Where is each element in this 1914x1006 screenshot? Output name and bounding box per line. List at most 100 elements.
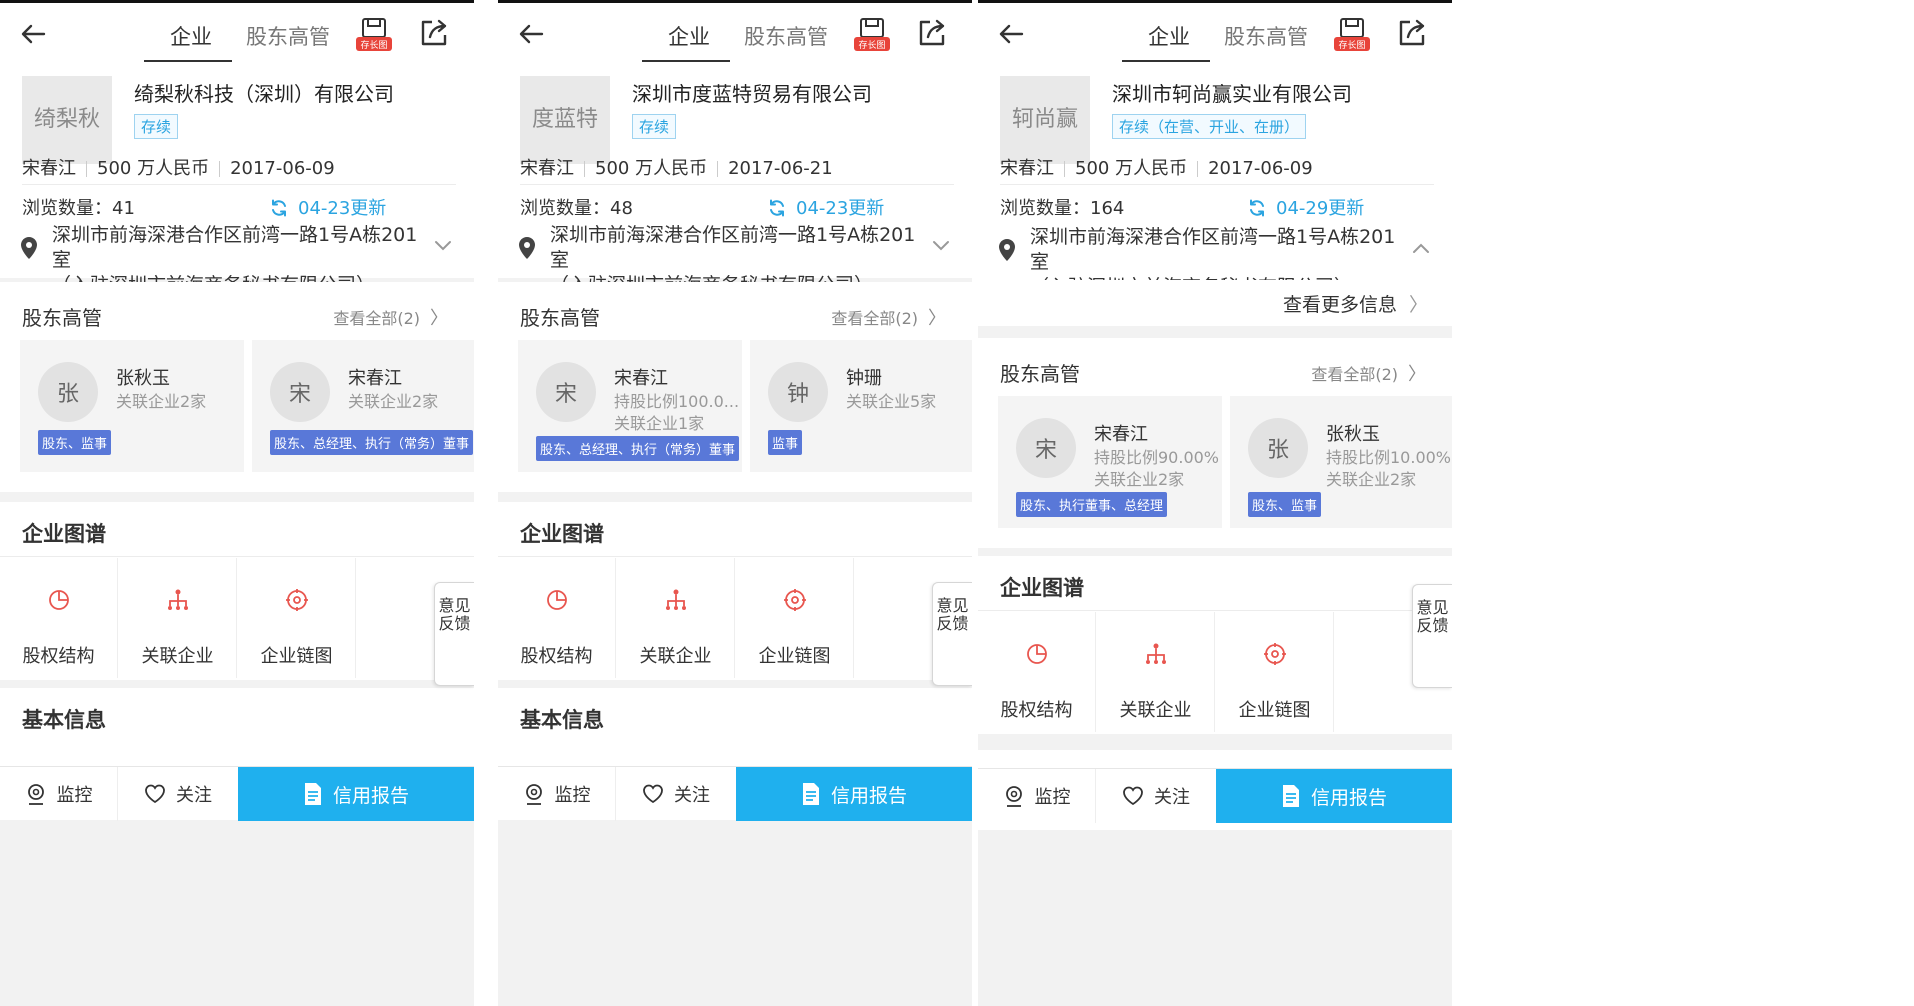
address-row[interactable]: 深圳市前海深港合作区前湾一路1号A栋201室（入驻深圳市前海商务秘书有限公司） xyxy=(978,220,1452,298)
graph-item[interactable]: 股权结构 xyxy=(498,558,616,678)
chevron-icon[interactable] xyxy=(434,240,452,252)
follow-button[interactable]: 关注 xyxy=(119,767,237,821)
share-icon[interactable] xyxy=(1396,17,1428,49)
update-info[interactable]: 04-23更新 xyxy=(768,194,884,220)
follow-label: 关注 xyxy=(1154,787,1190,808)
update-date: 04-29更新 xyxy=(1276,198,1365,219)
tab-company[interactable]: 企业 xyxy=(1148,21,1190,51)
role-badge: 股东、总经理、执行（常务）董事 xyxy=(536,436,740,461)
document-icon xyxy=(802,783,819,805)
section-title: 股东高管 xyxy=(1000,362,1080,386)
tab-company[interactable]: 企业 xyxy=(668,21,710,51)
monitor-button[interactable]: 监控 xyxy=(498,767,616,821)
heart-icon xyxy=(145,784,165,804)
follow-label: 关注 xyxy=(674,785,710,806)
back-arrow-icon[interactable] xyxy=(516,19,546,49)
shareholder-detail: 持股比例100.0... xyxy=(614,392,740,411)
bottom-action-bar: 监控 关注 信用报告 xyxy=(0,766,474,821)
pie-chart-icon xyxy=(547,590,567,610)
target-chain-icon xyxy=(286,589,308,611)
bottom-action-bar: 监控 关注 信用报告 xyxy=(978,768,1452,823)
divider xyxy=(978,610,1452,611)
back-arrow-icon[interactable] xyxy=(996,19,1026,49)
graph-item[interactable]: 关联企业 xyxy=(1097,612,1215,732)
divider xyxy=(1197,161,1199,177)
graph-item-label: 股权结构 xyxy=(1000,700,1073,721)
registered-capital: 500 万人民币 xyxy=(595,158,708,179)
share-icon[interactable] xyxy=(916,17,948,49)
bottom-action-bar: 监控 关注 信用报告 xyxy=(498,766,972,821)
graph-item[interactable]: 企业链图 xyxy=(736,558,854,678)
credit-report-button[interactable]: 信用报告 xyxy=(736,767,972,821)
graph-item[interactable]: 关联企业 xyxy=(119,558,237,678)
legal-person[interactable]: 宋春江 xyxy=(1000,158,1054,179)
save-long-image-icon[interactable]: 存长图 xyxy=(354,17,394,53)
credit-report-button[interactable]: 信用报告 xyxy=(1216,769,1452,823)
follow-button[interactable]: 关注 xyxy=(617,767,735,821)
target-chain-icon xyxy=(1264,643,1286,665)
tab-shareholders[interactable]: 股东高管 xyxy=(1224,21,1308,51)
monitor-button[interactable]: 监控 xyxy=(0,767,118,821)
save-long-image-icon[interactable]: 存长图 xyxy=(1332,17,1372,53)
graph-item[interactable]: 企业链图 xyxy=(1216,612,1334,732)
graph-item[interactable]: 股权结构 xyxy=(978,612,1096,732)
divider xyxy=(1064,161,1065,177)
monitor-label: 监控 xyxy=(1034,787,1071,808)
see-all-link[interactable]: 查看全部(2) 〉 xyxy=(1311,360,1426,386)
shareholder-card[interactable]: 张 张秋玉 持股比例10.00% 关联企业2家 股东、监事 xyxy=(1230,396,1452,528)
shareholder-card[interactable]: 张 张秋玉 关联企业2家 股东、监事 xyxy=(20,340,244,472)
shareholder-card[interactable]: 宋 宋春江 持股比例90.00% 关联企业2家 股东、执行董事、总经理 xyxy=(998,396,1222,528)
tab-shareholders[interactable]: 股东高管 xyxy=(744,21,828,51)
share-icon[interactable] xyxy=(418,17,450,49)
chevron-icon[interactable] xyxy=(932,240,950,252)
credit-report-button[interactable]: 信用报告 xyxy=(238,767,474,821)
status-badge: 存续 xyxy=(134,114,179,139)
tab-company[interactable]: 企业 xyxy=(170,21,212,51)
update-info[interactable]: 04-29更新 xyxy=(1248,194,1364,220)
divider xyxy=(584,161,585,177)
graph-item[interactable]: 关联企业 xyxy=(617,558,735,678)
more-info-link[interactable]: 查看更多信息〉 xyxy=(1283,290,1428,317)
monitor-eye-icon xyxy=(1005,786,1022,807)
refresh-icon xyxy=(770,199,784,217)
location-pin-icon xyxy=(519,237,535,259)
role-badge: 股东、监事 xyxy=(1248,492,1322,517)
avatar: 张 xyxy=(1248,418,1308,478)
see-all-link[interactable]: 查看全部(2) 〉 xyxy=(831,304,946,330)
company-name: 绮梨秋科技（深圳）有限公司 xyxy=(134,82,394,106)
monitor-button[interactable]: 监控 xyxy=(978,769,1096,823)
pie-chart-icon xyxy=(1027,644,1047,664)
graph-item[interactable]: 股权结构 xyxy=(0,558,118,678)
feedback-tab[interactable]: 意见反馈 xyxy=(932,582,972,686)
company-graph-section: 企业图谱 股权结构 关联企业 企业链图 xyxy=(498,502,972,680)
shareholder-name: 宋春江 xyxy=(348,368,402,389)
graph-item-label: 股权结构 xyxy=(22,646,95,667)
shareholder-card[interactable]: 宋 宋春江 关联企业2家 股东、总经理、执行（常务）董事 xyxy=(252,340,474,472)
save-long-image-icon[interactable]: 存长图 xyxy=(852,17,892,53)
company-graph-section: 企业图谱 股权结构 关联企业 企业链图 xyxy=(0,502,474,680)
target-chain-icon xyxy=(784,589,806,611)
shareholder-card[interactable]: 宋 宋春江 持股比例100.0... 关联企业1家 股东、总经理、执行（常务）董… xyxy=(518,340,742,472)
legal-person[interactable]: 宋春江 xyxy=(22,158,76,179)
shareholder-card[interactable]: 钟 钟珊 关联企业5家 监事 xyxy=(750,340,972,472)
location-pin-icon xyxy=(21,237,37,259)
feedback-tab[interactable]: 意见反馈 xyxy=(1412,584,1452,688)
feedback-tab[interactable]: 意见反馈 xyxy=(434,582,474,686)
graph-item-label: 关联企业 xyxy=(639,646,712,667)
address-line-1: 深圳市前海深港合作区前湾一路1号A栋201室 xyxy=(52,224,418,271)
document-icon xyxy=(304,783,321,805)
address-row[interactable]: 深圳市前海深港合作区前湾一路1号A栋201室（入驻深圳市前海商务秘书有限公司） xyxy=(0,218,474,296)
back-arrow-icon[interactable] xyxy=(18,19,48,49)
company-detail-screen: 企业 股东高管 存长图 度蓝特 深圳市度蓝特贸易有限公司 存续 宋春江 500 万… xyxy=(498,0,972,1006)
see-all-link[interactable]: 查看全部(2) 〉 xyxy=(333,304,448,330)
tab-shareholders[interactable]: 股东高管 xyxy=(246,21,330,51)
legal-person[interactable]: 宋春江 xyxy=(520,158,574,179)
company-card: 绮梨秋 绮梨秋科技（深圳）有限公司 存续 宋春江 500 万人民币 2017-06-… xyxy=(0,62,474,220)
shareholders-section: 股东高管 查看全部(2) 〉 宋 宋春江 持股比例90.00% 关联企业2家 股东… xyxy=(978,338,1452,548)
shareholder-detail: 持股比例90.00% xyxy=(1094,448,1220,467)
follow-button[interactable]: 关注 xyxy=(1097,769,1215,823)
address-row[interactable]: 深圳市前海深港合作区前湾一路1号A栋201室（入驻深圳市前海商务秘书有限公司） xyxy=(498,218,972,296)
graph-item[interactable]: 企业链图 xyxy=(238,558,356,678)
chevron-icon[interactable] xyxy=(1412,242,1430,254)
update-info[interactable]: 04-23更新 xyxy=(270,194,386,220)
